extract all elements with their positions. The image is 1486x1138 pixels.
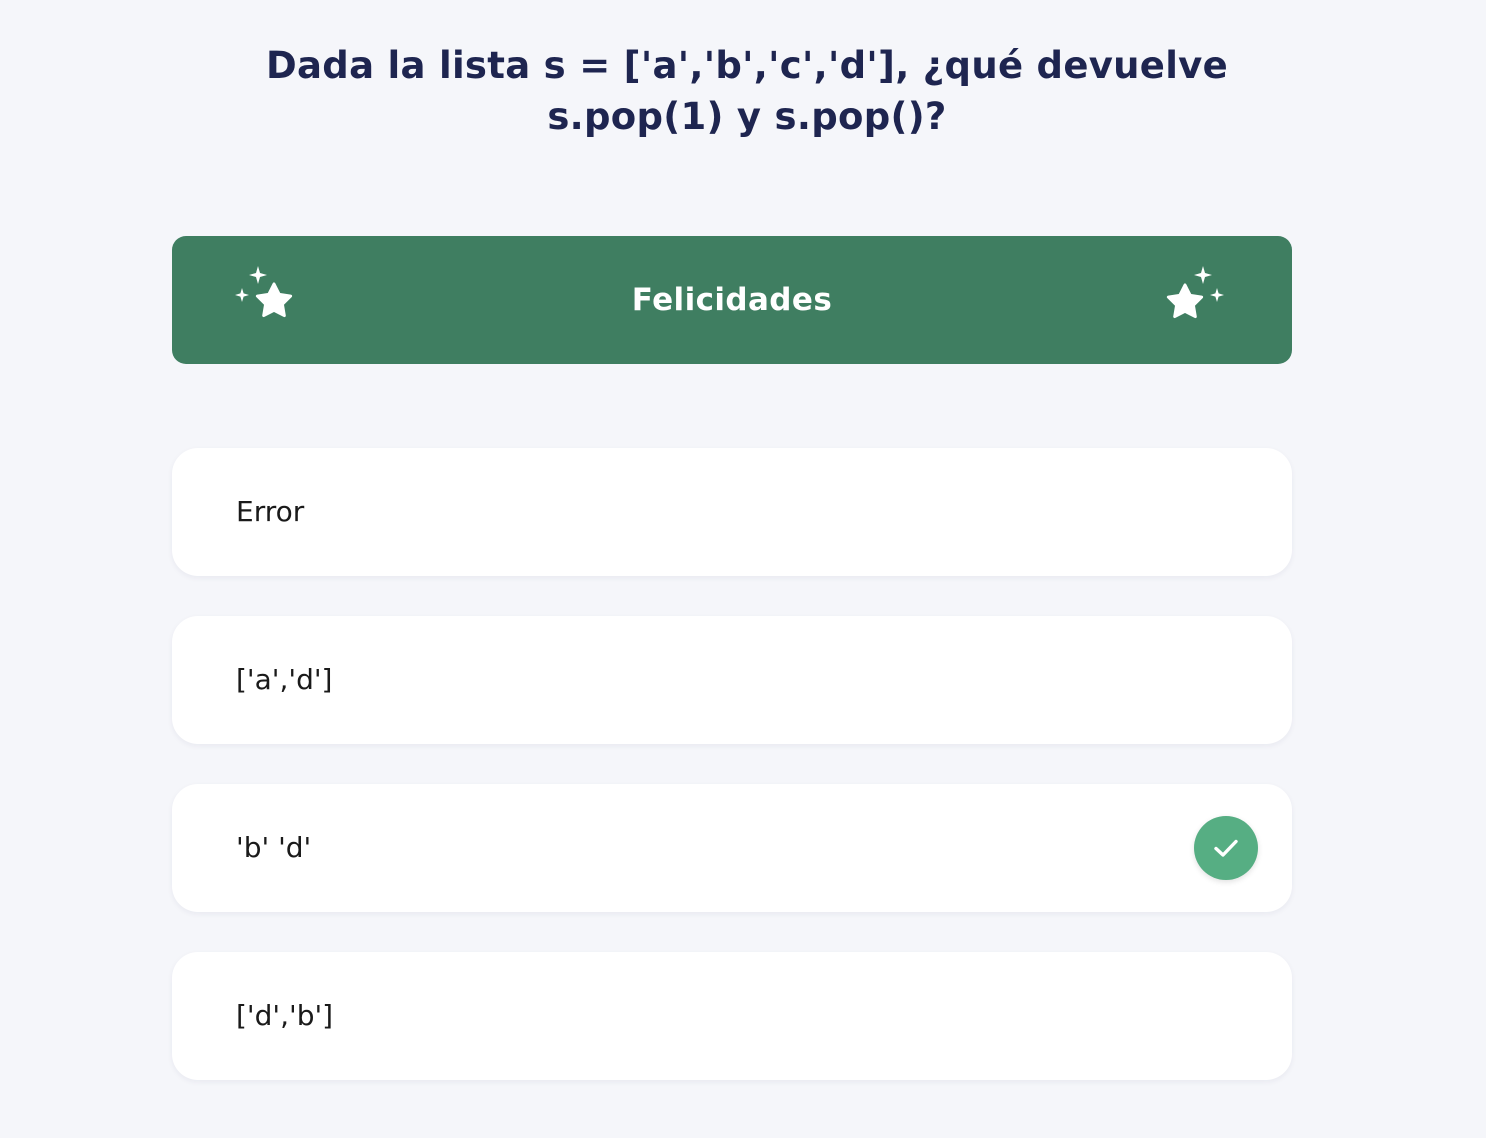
answer-option[interactable]: Error xyxy=(172,448,1292,576)
answer-option[interactable]: ['d','b'] xyxy=(172,952,1292,1080)
answer-option-label: 'b' 'd' xyxy=(236,831,312,864)
banner-title: Felicidades xyxy=(631,282,833,318)
answer-option-correct[interactable]: 'b' 'd' xyxy=(172,784,1292,912)
answer-option-label: Error xyxy=(236,495,305,528)
answer-option-label: ['a','d'] xyxy=(236,663,333,696)
correct-check-icon xyxy=(1194,816,1258,880)
answer-option-label: ['d','b'] xyxy=(236,999,334,1032)
question-title: Dada la lista s = ['a','b','c','d'], ¿qu… xyxy=(266,44,1228,138)
result-banner: Felicidades xyxy=(172,236,1292,364)
answer-option[interactable]: ['a','d'] xyxy=(172,616,1292,744)
sparkle-star-icon xyxy=(1160,266,1230,336)
